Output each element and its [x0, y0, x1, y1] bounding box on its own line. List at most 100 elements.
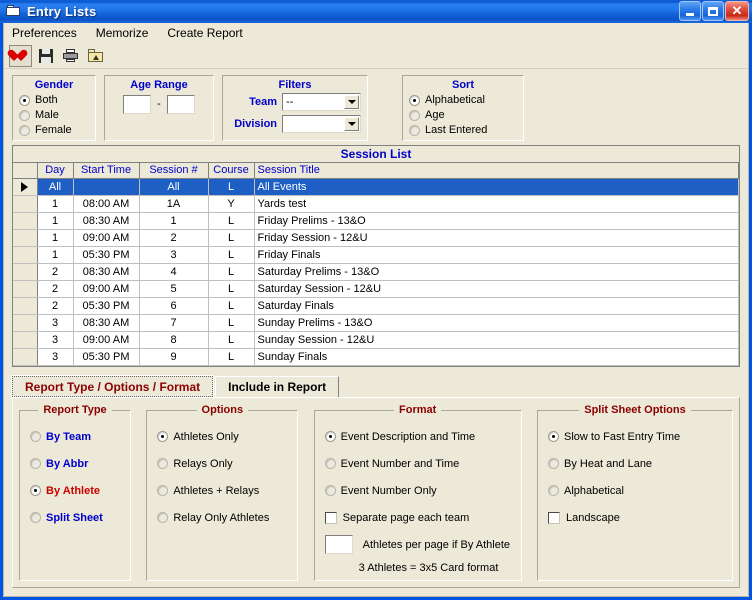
table-row[interactable]: 2 08:30 AM 4 L Saturday Prelims - 13&O: [13, 263, 739, 281]
radio-icon[interactable]: [547, 485, 559, 496]
report-type-legend: Report Type: [20, 404, 130, 416]
radio-icon[interactable]: [157, 458, 169, 469]
report-type-by-athlete[interactable]: By Athlete: [30, 477, 122, 504]
radio-icon[interactable]: [547, 431, 559, 442]
split-sheet-by-heat-and-lane-label: By Heat and Lane: [563, 457, 653, 470]
column-header-session-title[interactable]: Session Title: [254, 162, 739, 179]
options-relay-only-athletes[interactable]: Relay Only Athletes: [157, 504, 289, 531]
title-bar: Entry Lists ✕: [0, 0, 752, 23]
checkbox-icon[interactable]: [324, 511, 337, 524]
sort-option-age[interactable]: Age: [409, 108, 517, 123]
row-selector-cell[interactable]: [13, 263, 38, 281]
gender-option-female[interactable]: Female: [19, 123, 89, 138]
split-sheet-alphabetical[interactable]: Alphabetical: [547, 477, 724, 504]
menu-create-report[interactable]: Create Report: [167, 24, 251, 42]
radio-icon[interactable]: [547, 458, 559, 469]
sort-option-last-entered[interactable]: Last Entered: [409, 123, 517, 138]
cell-start-time: 08:30 AM: [73, 212, 140, 230]
radio-icon[interactable]: [30, 431, 41, 442]
table-row[interactable]: 3 08:30 AM 7 L Sunday Prelims - 13&O: [13, 314, 739, 332]
radio-icon[interactable]: [409, 109, 420, 121]
row-selector-cell[interactable]: [13, 195, 38, 213]
format-separate-page-each-team[interactable]: Separate page each team: [324, 504, 513, 531]
format-legend: Format: [315, 404, 521, 416]
options-athletes-plus-relays[interactable]: Athletes + Relays: [157, 477, 289, 504]
table-row[interactable]: 1 09:00 AM 2 L Friday Session - 12&U: [13, 229, 739, 247]
column-header-course[interactable]: Course: [208, 162, 255, 179]
age-from-input[interactable]: [123, 94, 152, 114]
radio-icon[interactable]: [324, 485, 336, 496]
radio-icon[interactable]: [324, 431, 336, 442]
table-row[interactable]: 1 05:30 PM 3 L Friday Finals: [13, 246, 739, 264]
radio-icon[interactable]: [19, 124, 30, 136]
tab-report-type-options-format[interactable]: Report Type / Options / Format: [10, 375, 215, 398]
radio-icon[interactable]: [409, 94, 420, 106]
table-row[interactable]: 2 09:00 AM 5 L Saturday Session - 12&U: [13, 280, 739, 298]
maximize-button[interactable]: [702, 1, 724, 22]
tab-include-in-report[interactable]: Include in Report: [215, 376, 340, 397]
sort-option-alphabetical[interactable]: Alphabetical: [409, 93, 517, 108]
cell-start-time: 05:30 PM: [73, 297, 140, 315]
radio-icon[interactable]: [30, 512, 41, 523]
column-header-day[interactable]: Day: [37, 162, 74, 179]
report-type-by-abbr[interactable]: By Abbr: [30, 450, 122, 477]
column-header-start-time[interactable]: Start Time: [73, 162, 140, 179]
format-event-number-only[interactable]: Event Number Only: [324, 477, 513, 504]
table-row[interactable]: All All L All Events: [13, 178, 739, 196]
close-button[interactable]: ✕: [725, 1, 749, 22]
radio-icon[interactable]: [157, 485, 169, 496]
row-selector-cell[interactable]: [13, 280, 38, 298]
split-sheet-slow-to-fast[interactable]: Slow to Fast Entry Time: [547, 423, 724, 450]
chevron-down-icon[interactable]: [344, 116, 359, 131]
save-button[interactable]: [34, 45, 57, 67]
row-selector-cell[interactable]: [13, 348, 38, 366]
printer-icon: [63, 49, 78, 62]
radio-icon[interactable]: [30, 485, 41, 496]
row-selector-cell[interactable]: [13, 178, 38, 196]
favorite-heart-button[interactable]: [9, 44, 32, 67]
menu-memorize[interactable]: Memorize: [96, 24, 158, 42]
division-filter-dropdown[interactable]: [282, 114, 361, 133]
cell-session-number: 1A: [139, 195, 209, 213]
split-sheet-by-heat-and-lane[interactable]: By Heat and Lane: [547, 450, 724, 477]
print-button[interactable]: [59, 45, 82, 67]
gender-option-male[interactable]: Male: [19, 108, 89, 123]
chevron-down-icon[interactable]: [344, 94, 359, 109]
age-to-input[interactable]: [166, 94, 195, 114]
radio-icon[interactable]: [19, 94, 30, 106]
radio-icon[interactable]: [157, 512, 169, 523]
radio-icon[interactable]: [409, 124, 420, 136]
row-selector-cell[interactable]: [13, 212, 38, 230]
table-row[interactable]: 2 05:30 PM 6 L Saturday Finals: [13, 297, 739, 315]
radio-icon[interactable]: [19, 109, 30, 121]
radio-icon[interactable]: [30, 458, 41, 469]
athletes-per-page-input[interactable]: [324, 535, 353, 554]
table-row[interactable]: 1 08:30 AM 1 L Friday Prelims - 13&O: [13, 212, 739, 230]
checkbox-icon[interactable]: [547, 511, 560, 524]
format-event-number-and-time[interactable]: Event Number and Time: [324, 450, 513, 477]
report-type-split-sheet[interactable]: Split Sheet: [30, 504, 122, 531]
table-row[interactable]: 3 09:00 AM 8 L Sunday Session - 12&U: [13, 331, 739, 349]
radio-icon[interactable]: [324, 458, 336, 469]
report-type-by-team[interactable]: By Team: [30, 423, 122, 450]
table-row[interactable]: 3 05:30 PM 9 L Sunday Finals: [13, 348, 739, 366]
row-selector-cell[interactable]: [13, 297, 38, 315]
format-event-description-and-time[interactable]: Event Description and Time: [324, 423, 513, 450]
export-folder-button[interactable]: [84, 45, 107, 67]
minimize-button[interactable]: [679, 1, 701, 22]
table-row[interactable]: 1 08:00 AM 1A Y Yards test: [13, 195, 739, 213]
row-selector-cell[interactable]: [13, 314, 38, 332]
options-athletes-only[interactable]: Athletes Only: [157, 423, 289, 450]
radio-icon[interactable]: [157, 431, 169, 442]
menu-preferences[interactable]: Preferences: [12, 24, 86, 42]
split-sheet-landscape[interactable]: Landscape: [547, 504, 724, 531]
row-selector-cell[interactable]: [13, 246, 38, 264]
options-relays-only-label: Relays Only: [173, 457, 233, 470]
row-selector-cell[interactable]: [13, 331, 38, 349]
column-header-session-number[interactable]: Session #: [139, 162, 209, 179]
gender-option-both[interactable]: Both: [19, 93, 89, 108]
row-selector-cell[interactable]: [13, 229, 38, 247]
team-filter-dropdown[interactable]: --: [282, 92, 361, 111]
cell-session-number: All: [139, 178, 209, 196]
options-relays-only[interactable]: Relays Only: [157, 450, 289, 477]
